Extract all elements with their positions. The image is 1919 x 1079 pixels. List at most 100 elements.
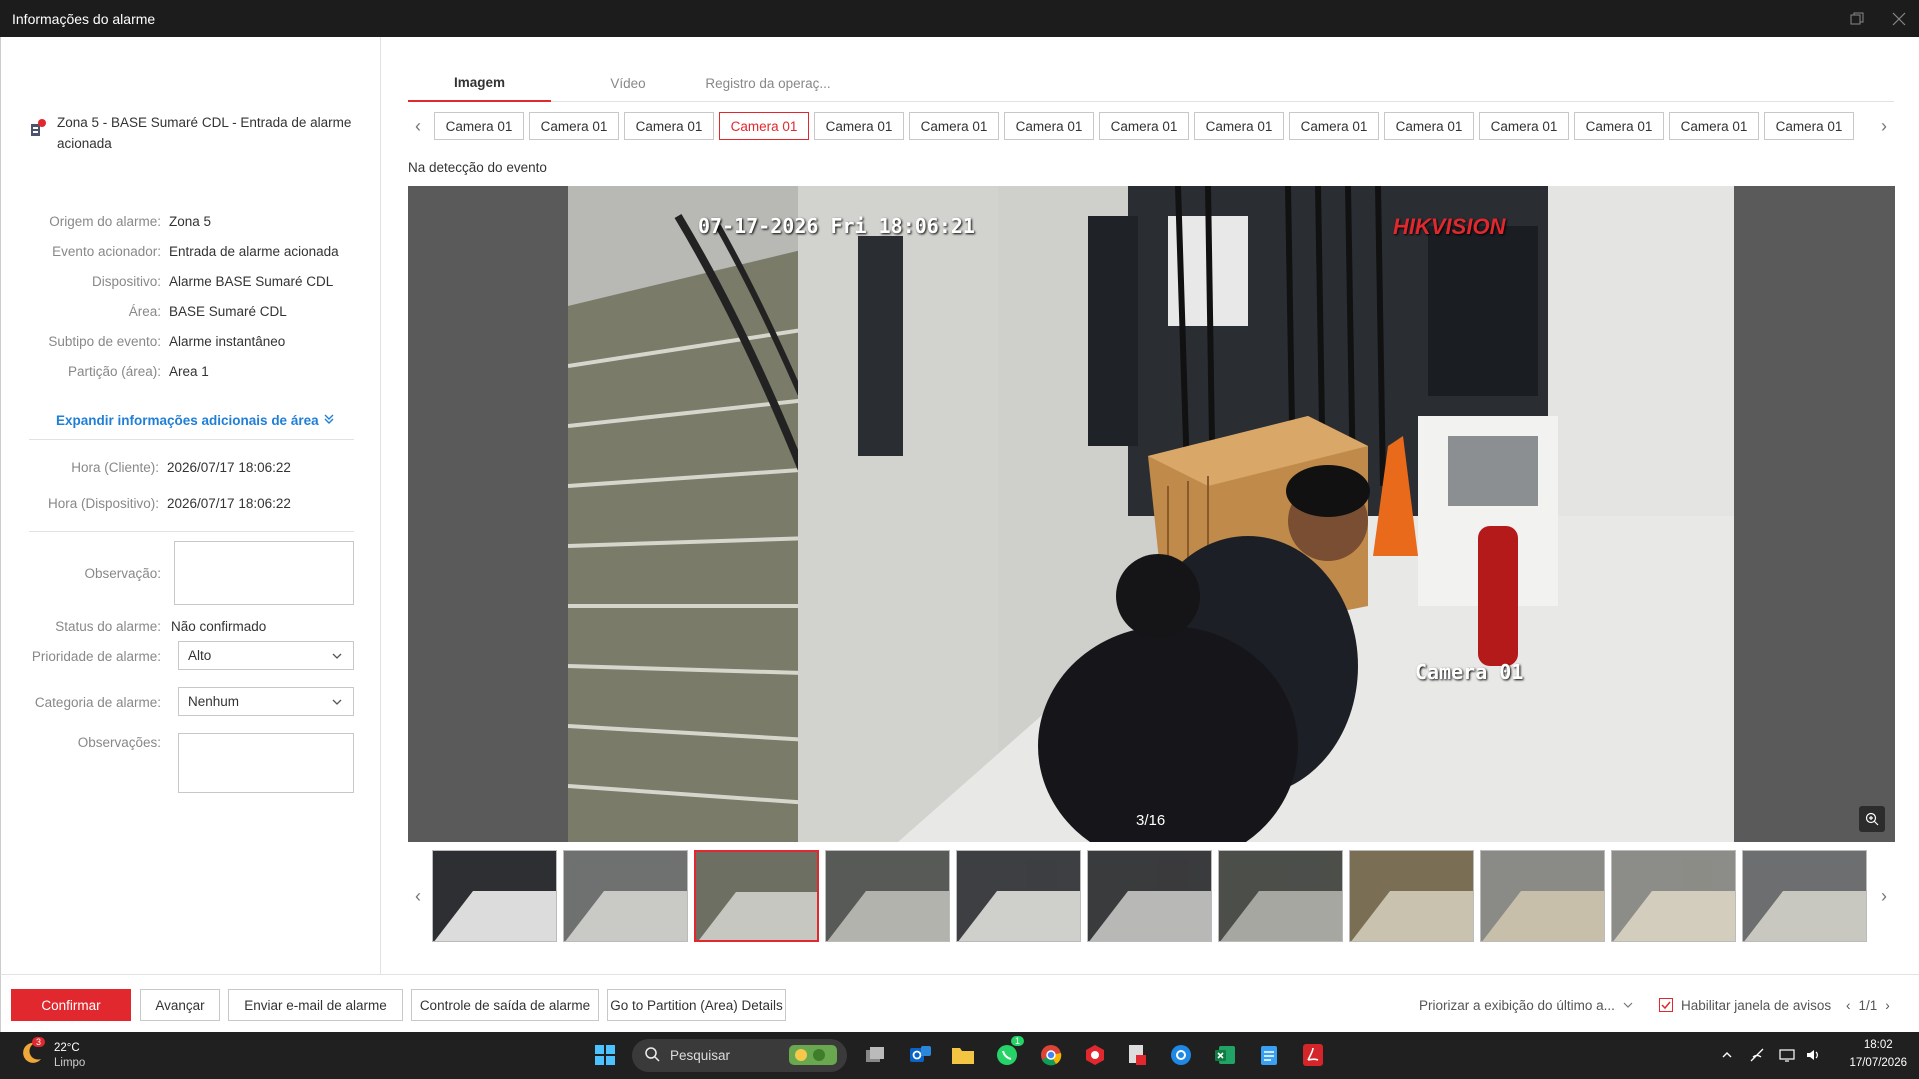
category-select[interactable]: Nenhum	[178, 687, 354, 716]
camera-tab[interactable]: Camera 01	[719, 112, 809, 140]
snapshot-thumbnail[interactable]	[563, 850, 688, 942]
camera-tab[interactable]: Camera 01	[1764, 112, 1854, 140]
camera-selector: ‹ Camera 01 Camera 01 Camera 01 Camera 01 Ca…	[408, 112, 1894, 142]
camera-tab[interactable]: Camera 01	[1289, 112, 1379, 140]
snapshot-thumbnail[interactable]	[694, 850, 819, 942]
task-view-icon[interactable]	[860, 1040, 890, 1070]
restore-icon[interactable]	[1845, 7, 1869, 31]
alarm-header: Zona 5 - BASE Sumaré CDL - Entrada de al…	[29, 112, 359, 154]
checkbox-checked-icon[interactable]	[1659, 998, 1673, 1012]
tab-operation-log[interactable]: Registro da operaç...	[688, 65, 848, 102]
camera-tab[interactable]: Camera 01	[1194, 112, 1284, 140]
tab-image[interactable]: Imagem	[408, 65, 551, 102]
observation-textarea[interactable]	[174, 541, 354, 605]
clock-date: 17/07/2026	[1849, 1057, 1907, 1069]
thumbnail-strip: ‹ ›	[408, 848, 1894, 944]
camera-tab[interactable]: Camera 01	[434, 112, 524, 140]
chevron-left-icon[interactable]: ‹	[1846, 998, 1851, 1013]
notepad-icon[interactable]	[1254, 1040, 1284, 1070]
field-alarm-status: Status do alarme: Não confirmado	[55, 619, 267, 634]
weather-badge: 3	[32, 1037, 46, 1047]
snapshot-thumbnail[interactable]	[1480, 850, 1605, 942]
weather-condition: Limpo	[54, 1056, 86, 1069]
observations-textarea[interactable]	[178, 733, 354, 793]
partition-details-button[interactable]: Go to Partition (Area) Details	[607, 989, 786, 1021]
weather-moon-icon: 3	[18, 1037, 46, 1071]
chevron-right-icon[interactable]: ›	[1874, 882, 1894, 910]
camera-tab[interactable]: Camera 01	[1479, 112, 1569, 140]
snapshot-thumbnail[interactable]	[825, 850, 950, 942]
camera-tab[interactable]: Camera 01	[1004, 112, 1094, 140]
app-settings-icon[interactable]	[1166, 1040, 1196, 1070]
weather-widget[interactable]: 3 22°C Limpo	[18, 1037, 86, 1071]
field-origin: Origem do alarme: Zona 5	[49, 214, 212, 229]
chevron-right-icon[interactable]: ›	[1885, 998, 1890, 1013]
clock-time: 18:02	[1863, 1039, 1893, 1051]
expand-area-info-link[interactable]: Expandir informações adicionais de área	[56, 413, 335, 428]
taskbar: 3 22°C Limpo Pesquisar 1 18:02 17/07/202…	[0, 1032, 1919, 1079]
alarm-zone-icon	[29, 118, 47, 154]
zoom-in-icon[interactable]	[1859, 806, 1885, 832]
chevron-up-icon[interactable]	[1712, 1040, 1742, 1070]
search-icon	[644, 1046, 660, 1065]
network-icon[interactable]	[1742, 1040, 1772, 1070]
camera-tab[interactable]: Camera 01	[529, 112, 619, 140]
camera-tab[interactable]: Camera 01	[909, 112, 999, 140]
snapshot-viewer[interactable]: 07-17-2026 Fri 18:06:21 HIKVISION Camera…	[408, 186, 1895, 842]
whatsapp-icon[interactable]: 1	[992, 1036, 1024, 1070]
confirm-button[interactable]: Confirmar	[11, 989, 131, 1021]
camera-tab[interactable]: Camera 01	[1574, 112, 1664, 140]
osd-timestamp: 07-17-2026 Fri 18:06:21	[698, 214, 975, 238]
priority-select[interactable]: Alto	[178, 641, 354, 670]
camera-tab[interactable]: Camera 01	[1384, 112, 1474, 140]
chrome-icon[interactable]	[1036, 1040, 1066, 1070]
image-counter: 3/16	[1136, 812, 1166, 829]
outlook-icon[interactable]	[905, 1040, 935, 1070]
file-explorer-icon[interactable]	[948, 1040, 978, 1070]
field-time-client: Hora (Cliente): 2026/07/17 18:06:22	[71, 460, 291, 475]
content-tabs: Imagem Vídeo Registro da operaç...	[408, 65, 1894, 102]
temperature: 22°C	[54, 1041, 80, 1054]
camera-tab[interactable]: Camera 01	[1669, 112, 1759, 140]
camera-snapshot-image	[568, 186, 1734, 842]
excel-icon[interactable]	[1210, 1040, 1240, 1070]
snapshot-thumbnail[interactable]	[1349, 850, 1474, 942]
windows-start-icon[interactable]	[590, 1040, 620, 1070]
chevron-down-icon	[1623, 998, 1633, 1013]
tab-video[interactable]: Vídeo	[578, 65, 678, 102]
field-event-subtype: Subtipo de evento: Alarme instantâneo	[48, 334, 286, 349]
snipping-tool-icon[interactable]	[1122, 1040, 1152, 1070]
search-highlight-icon	[789, 1045, 837, 1068]
acrobat-icon[interactable]	[1298, 1040, 1328, 1070]
snapshot-thumbnail[interactable]	[1611, 850, 1736, 942]
snapshot-thumbnail[interactable]	[432, 850, 557, 942]
osd-camera-name: Camera 01	[1415, 660, 1524, 684]
camera-tab[interactable]: Camera 01	[1099, 112, 1189, 140]
double-chevron-down-icon	[323, 413, 335, 428]
snapshot-thumbnail[interactable]	[956, 850, 1081, 942]
enable-popup-toggle[interactable]: Habilitar janela de avisos	[1659, 989, 1831, 1021]
camera-tab[interactable]: Camera 01	[814, 112, 904, 140]
chevron-down-icon	[331, 650, 343, 665]
alarm-info-panel: Zona 5 - BASE Sumaré CDL - Entrada de al…	[0, 37, 381, 974]
snapshot-thumbnail[interactable]	[1087, 850, 1212, 942]
close-icon[interactable]	[1887, 7, 1911, 31]
snapshot-thumbnail[interactable]	[1218, 850, 1343, 942]
chevron-down-icon	[331, 696, 343, 711]
taskbar-search[interactable]: Pesquisar	[632, 1039, 847, 1072]
snapshot-thumbnail[interactable]	[1742, 850, 1867, 942]
hik-central-icon[interactable]	[1080, 1040, 1110, 1070]
field-device: Dispositivo: Alarme BASE Sumaré CDL	[91, 274, 334, 289]
title-bar: Informações do alarme	[0, 0, 1919, 37]
divider	[29, 439, 354, 440]
prioritize-display-select[interactable]: Priorizar a exibição do último a...	[1419, 989, 1633, 1021]
camera-tab[interactable]: Camera 01	[624, 112, 714, 140]
advance-button[interactable]: Avançar	[140, 989, 220, 1021]
system-clock[interactable]: 18:02 17/07/2026	[1849, 1036, 1907, 1072]
volume-icon[interactable]	[1798, 1040, 1828, 1070]
chevron-right-icon[interactable]: ›	[1874, 112, 1894, 140]
chevron-left-icon[interactable]: ‹	[408, 112, 428, 140]
alarm-output-control-button[interactable]: Controle de saída de alarme	[411, 989, 599, 1021]
send-email-button[interactable]: Enviar e-mail de alarme	[228, 989, 403, 1021]
chevron-left-icon[interactable]: ‹	[408, 882, 428, 910]
